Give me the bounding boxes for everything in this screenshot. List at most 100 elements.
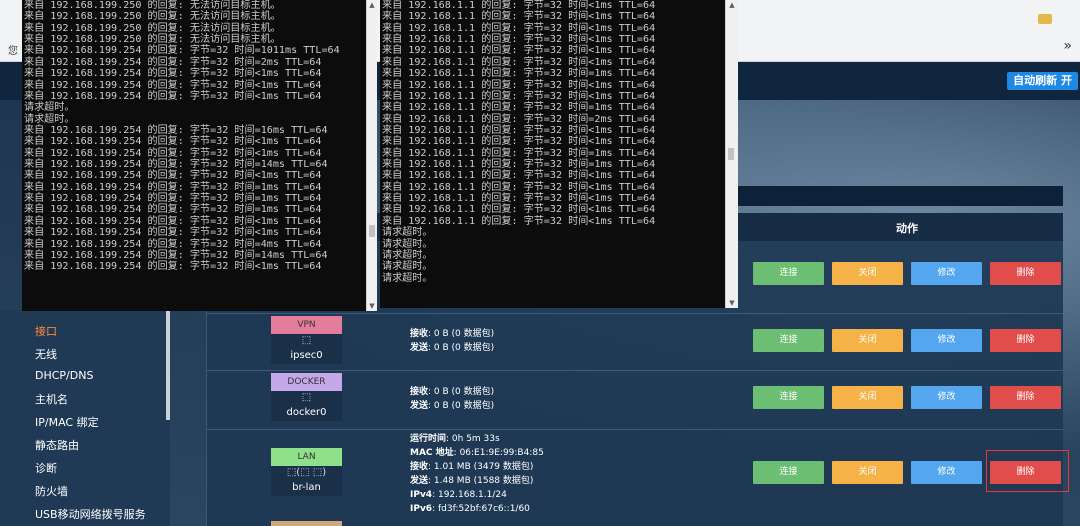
- scrollbar-thumb[interactable]: [728, 148, 734, 160]
- interface-type-tag: DOCKER: [271, 373, 342, 391]
- console-line: 来自 192.168.199.254 的回复: 字节=32 时间<1ms TTL…: [24, 170, 322, 182]
- sidebar-item[interactable]: 诊断: [35, 460, 57, 476]
- connect-button[interactable]: 连接: [753, 329, 824, 352]
- stat-value: : fd3f:52bf:67c6::1/60: [432, 504, 530, 514]
- console-line: 来自 192.168.199.254 的回复: 字节=32 时间=16ms TT…: [24, 124, 328, 136]
- scroll-down-icon[interactable]: ▼: [726, 298, 738, 308]
- sidebar-scrollbar[interactable]: [166, 310, 170, 420]
- sidebar-item[interactable]: DHCP/DNS: [35, 369, 93, 382]
- edit-button[interactable]: 修改: [911, 386, 982, 409]
- stat-line: 发送: 0 B (0 数据包): [410, 399, 494, 413]
- folder-icon[interactable]: [1038, 14, 1052, 24]
- bookmark-hint-text: 您: [8, 46, 18, 57]
- interface-device-name: ipsec0: [290, 350, 323, 361]
- interface-badge: DOCKER ⬚ docker0: [271, 373, 342, 421]
- stat-key: 接收: [410, 329, 429, 339]
- console-line: 来自 192.168.199.254 的回复: 字节=32 时间<1ms TTL…: [24, 79, 322, 91]
- delete-button[interactable]: 删除: [990, 262, 1061, 285]
- console-left-footer: [22, 292, 366, 311]
- edit-button[interactable]: 修改: [911, 461, 982, 484]
- console-line: 来自 192.168.1.1 的回复: 字节=32 时间<1ms TTL=64: [382, 136, 656, 148]
- interface-stats: 接收: 0 B (0 数据包) 发送: 0 B (0 数据包): [410, 385, 494, 413]
- interface-device-name: br-lan: [292, 482, 321, 493]
- sidebar-item[interactable]: 防火墙: [35, 483, 68, 499]
- console-line: 来自 192.168.199.254 的回复: 字节=32 时间=14ms TT…: [24, 159, 328, 171]
- close-button[interactable]: 关闭: [832, 262, 903, 285]
- console-line: 来自 192.168.199.254 的回复: 字节=32 时间=2ms TTL…: [24, 56, 322, 68]
- scroll-up-icon[interactable]: ▲: [726, 0, 738, 10]
- console-line: 来自 192.168.199.254 的回复: 字节=32 时间=1011ms …: [24, 45, 340, 57]
- delete-button[interactable]: 删除: [990, 386, 1061, 409]
- stat-key: 接收: [410, 462, 429, 472]
- interface-port-icon: ⬚(⬚ ⬚): [286, 467, 327, 478]
- interface-badge: VPN ⬚ ipsec0: [271, 316, 342, 364]
- stat-line: 接收: 0 B (0 数据包): [410, 327, 494, 341]
- sidebar-item[interactable]: 静态路由: [35, 437, 79, 453]
- stat-value: : 192.168.1.1/24: [432, 490, 507, 500]
- console-line: 来自 192.168.1.1 的回复: 字节=32 时间<1ms TTL=64: [382, 215, 656, 227]
- edit-button[interactable]: 修改: [911, 262, 982, 285]
- close-button[interactable]: 关闭: [832, 329, 903, 352]
- stat-value: : 0 B (0 数据包): [428, 343, 495, 353]
- console-line: 请求超时。: [382, 261, 433, 273]
- edit-button[interactable]: 修改: [911, 329, 982, 352]
- stat-value: : 0 B (0 数据包): [428, 329, 495, 339]
- console-line: 来自 192.168.1.1 的回复: 字节=32 时间<1ms TTL=64: [382, 124, 656, 136]
- stat-line: 接收: 1.01 MB (3479 数据包): [410, 460, 544, 474]
- console-line: 来自 192.168.199.250 的回复: 无法访问目标主机。: [24, 34, 281, 46]
- connect-button[interactable]: 连接: [753, 262, 824, 285]
- sidebar-item[interactable]: IP/MAC 绑定: [35, 414, 99, 430]
- console-line: 请求超时。: [24, 102, 75, 114]
- console-line: 来自 192.168.1.1 的回复: 字节=32 时间<1ms TTL=64: [382, 181, 656, 193]
- console-window-left[interactable]: 来自 192.168.199.250 的回复: 无法访问目标主机。 来自 192.…: [22, 0, 366, 292]
- delete-highlight-annotation: [986, 450, 1069, 492]
- interface-port-icon: ⬚: [301, 392, 312, 403]
- stat-line: 运行时间: 0h 5m 33s: [410, 432, 544, 446]
- console-line: 请求超时。: [382, 238, 433, 250]
- stat-value: : 0 B (0 数据包): [428, 387, 495, 397]
- auto-refresh-toggle[interactable]: 自动刷新 开: [1007, 72, 1078, 90]
- stat-key: 运行时间: [410, 434, 447, 444]
- stat-line: MAC 地址: 06:E1:9E:99:B4:85: [410, 446, 544, 460]
- console-line: 来自 192.168.1.1 的回复: 字节=32 时间<1ms TTL=64: [382, 0, 656, 11]
- sidebar-item[interactable]: USB移动网络拨号服务: [35, 506, 146, 522]
- sidebar-item[interactable]: 接口: [35, 323, 57, 339]
- console-line: 来自 192.168.1.1 的回复: 字节=32 时间=1ms TTL=64: [382, 102, 656, 114]
- stat-line: 接收: 0 B (0 数据包): [410, 385, 494, 399]
- console-line: 来自 192.168.199.250 的回复: 无法访问目标主机。: [24, 11, 281, 23]
- console-line: 来自 192.168.1.1 的回复: 字节=32 时间=1ms TTL=64: [382, 68, 656, 80]
- console-left-scrollbar[interactable]: ▲ ▼: [366, 0, 377, 311]
- console-line: 来自 192.168.1.1 的回复: 字节=32 时间<1ms TTL=64: [382, 34, 656, 46]
- scrollbar-thumb[interactable]: [369, 225, 375, 237]
- sidebar-item[interactable]: 主机名: [35, 391, 68, 407]
- console-line: 来自 192.168.199.254 的回复: 字节=32 时间<1ms TTL…: [24, 136, 322, 148]
- console-line: 请求超时。: [24, 113, 75, 125]
- console-window-right[interactable]: 来自 192.168.1.1 的回复: 字节=32 时间<1ms TTL=64 来…: [380, 0, 725, 308]
- stat-line: IPv4: 192.168.1.1/24: [410, 488, 544, 502]
- bookmark-bar: [738, 0, 1080, 62]
- stat-value: : 0 B (0 数据包): [428, 401, 495, 411]
- close-button[interactable]: 关闭: [832, 386, 903, 409]
- interface-device-name: docker0: [286, 407, 327, 418]
- section-title-bar: [738, 186, 1063, 206]
- stat-key: 发送: [410, 343, 429, 353]
- console-line: 来自 192.168.199.254 的回复: 字节=32 时间<1ms TTL…: [24, 68, 322, 80]
- sidebar-item[interactable]: 无线: [35, 346, 57, 362]
- stat-line: IPv6: fd3f:52bf:67c6::1/60: [410, 502, 544, 516]
- delete-button[interactable]: 删除: [990, 329, 1061, 352]
- action-column-header: 动作: [896, 222, 918, 235]
- row-divider: [206, 370, 1063, 371]
- scroll-down-icon[interactable]: ▼: [367, 301, 377, 311]
- interface-badge: LAN ⬚(⬚ ⬚) br-lan: [271, 448, 342, 496]
- scroll-up-icon[interactable]: ▲: [367, 0, 377, 10]
- row-divider: [206, 313, 1063, 314]
- connect-button[interactable]: 连接: [753, 461, 824, 484]
- connect-button[interactable]: 连接: [753, 386, 824, 409]
- console-line: 请求超时。: [382, 249, 433, 261]
- console-line: 来自 192.168.199.254 的回复: 字节=32 时间<1ms TTL…: [24, 227, 322, 239]
- close-button[interactable]: 关闭: [832, 461, 903, 484]
- console-right-scrollbar[interactable]: ▲ ▼: [725, 0, 738, 308]
- stat-key: 发送: [410, 401, 429, 411]
- stat-line: 发送: 1.48 MB (1588 数据包): [410, 474, 544, 488]
- stat-key: 发送: [410, 476, 429, 486]
